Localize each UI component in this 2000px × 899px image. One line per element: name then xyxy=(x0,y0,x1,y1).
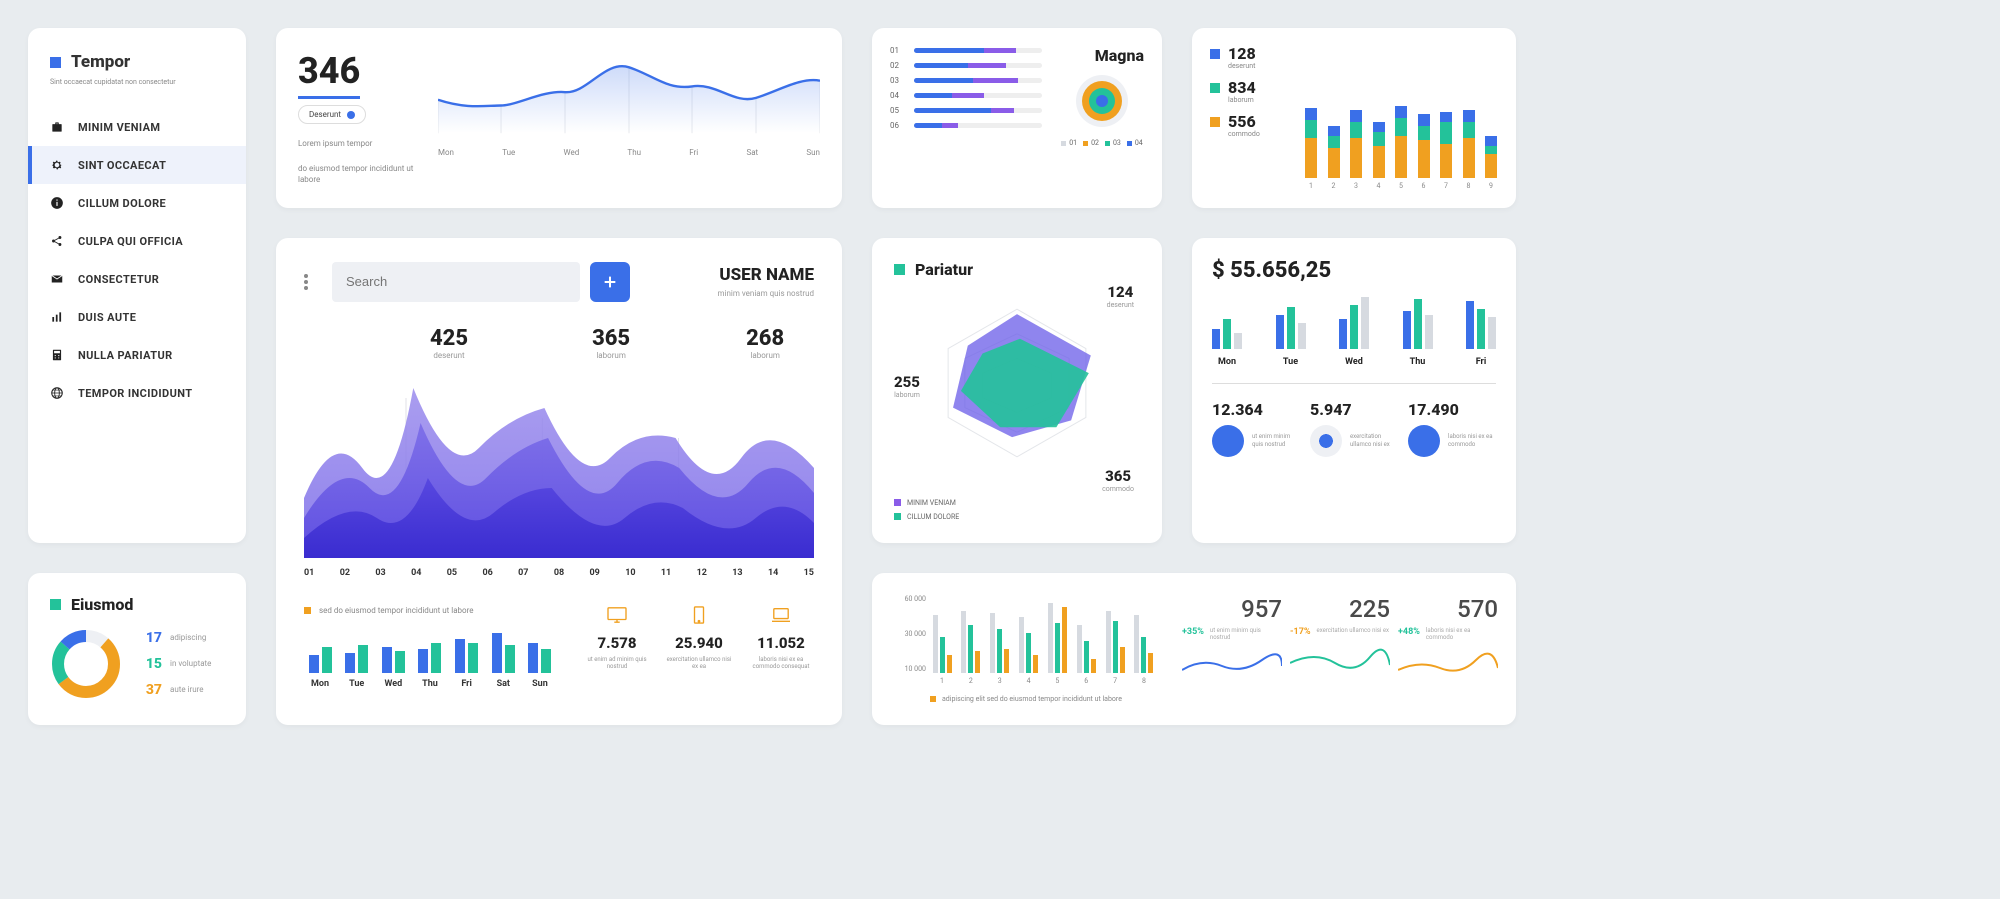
progress-circle-icon xyxy=(1310,425,1342,457)
laptop-icon xyxy=(770,606,792,624)
card-main: USER NAME minim veniam quis nostrud 425d… xyxy=(276,238,842,725)
progress-bar xyxy=(914,108,1042,113)
briefcase-icon xyxy=(50,120,64,134)
price-bar-chart: Mon Tue Wed Thu Fri xyxy=(1212,299,1496,367)
stacked-bar-chart: 1 2 3 4 5 6 7 8 9 xyxy=(1304,46,1498,190)
legend-square-icon xyxy=(304,607,311,614)
target-donut-icon xyxy=(1074,73,1130,129)
legend-square-icon xyxy=(894,513,901,520)
share-icon xyxy=(50,234,64,248)
line-chart-axis: MonTueWedThuFriSatSun xyxy=(438,148,820,157)
search-input[interactable] xyxy=(332,262,580,302)
sidebar-brand: Tempor xyxy=(50,52,224,72)
legend-square-icon xyxy=(930,696,936,702)
sidebar-item-label: NULLA PARIATUR xyxy=(78,349,173,362)
sidebar-item-duis-aute[interactable]: DUIS AUTE xyxy=(28,298,246,336)
sparkline-icon xyxy=(1398,652,1498,678)
main-note: sed do eiusmod tempor incididunt ut labo… xyxy=(304,606,556,615)
sparkline-icon xyxy=(1182,652,1282,678)
legend-square-icon xyxy=(1210,117,1220,127)
sidebar-item-consectetur[interactable]: CONSECTETUR xyxy=(28,260,246,298)
card-magna: 01 02 03 04 05 06 Magna 01 02 03 04 xyxy=(872,28,1162,208)
sidebar-item-label: DUIS AUTE xyxy=(78,311,136,324)
sidebar: Tempor Sint occaecat cupidatat non conse… xyxy=(28,28,246,543)
sidebar-item-label: CULPA QUI OFFICIA xyxy=(78,235,183,248)
progress-bar xyxy=(914,48,1042,53)
sidebar-item-minim-veniam[interactable]: MINIM VENIAM xyxy=(28,108,246,146)
globe-icon xyxy=(50,386,64,400)
pariatur-legend: MINIM VENIAM CILLUM DOLORE xyxy=(894,499,1140,521)
magna-title: Magna xyxy=(1060,46,1144,65)
info-icon xyxy=(50,196,64,210)
card-eiusmod: Eiusmod 17adipiscing 15in voluptate 37au… xyxy=(28,573,246,725)
monitor-icon xyxy=(606,606,628,624)
more-vertical-icon[interactable] xyxy=(304,272,318,292)
kpi-pill-toggle[interactable]: Deserunt xyxy=(298,105,366,124)
sidebar-item-label: CONSECTETUR xyxy=(78,273,159,286)
progress-bar xyxy=(914,93,1042,98)
legend-square-icon xyxy=(1210,83,1220,93)
brand-square-icon xyxy=(50,57,61,68)
gear-icon xyxy=(50,158,64,172)
card-stacked-bar: 128deserunt 834laborum 556commodo 1 2 3 … xyxy=(1192,28,1516,208)
bottom-bar-chart: 60 00030 00010 000 1 2 3 4 5 6 7 8 xyxy=(894,595,1154,685)
sidebar-item-nulla-pariatur[interactable]: NULLA PARIATUR xyxy=(28,336,246,374)
progress-circle-icon xyxy=(1408,425,1440,457)
progress-circle-icon xyxy=(1212,425,1244,457)
bottom-note: adipiscing elit sed do eiusmod tempor in… xyxy=(894,695,1154,703)
calculator-icon xyxy=(50,348,64,362)
progress-bar xyxy=(914,78,1042,83)
card-bottom: 60 00030 00010 000 1 2 3 4 5 6 7 8 adipi… xyxy=(872,573,1516,725)
progress-bar xyxy=(914,63,1042,68)
user-subtitle: minim veniam quis nostrud xyxy=(718,289,814,298)
sidebar-item-label: CILLUM DOLORE xyxy=(78,197,166,210)
device-stats: 7.578ut enim ad minim quis nostrud 25.94… xyxy=(584,606,814,672)
donut-chart-icon xyxy=(50,628,122,700)
legend-square-icon xyxy=(894,499,901,506)
radar-chart xyxy=(894,283,1140,483)
sidebar-item-sint-occaecat[interactable]: SINT OCCAECAT xyxy=(28,146,246,184)
sidebar-subtitle: Sint occaecat cupidatat non consectetur xyxy=(50,78,224,86)
sidebar-item-culpa-qui-officia[interactable]: CULPA QUI OFFICIA xyxy=(28,222,246,260)
sparkline-icon xyxy=(1290,647,1390,673)
progress-bar xyxy=(914,123,1042,128)
add-button[interactable] xyxy=(590,262,630,302)
legend-square-icon xyxy=(50,599,61,610)
sidebar-nav: MINIM VENIAM SINT OCCAECAT CILLUM DOLORE… xyxy=(28,108,246,412)
kpi-note-2: do eiusmod tempor incididunt ut labore xyxy=(298,163,418,185)
kpi-note-1: Lorem ipsum tempor xyxy=(298,138,418,149)
sidebar-item-label: SINT OCCAECAT xyxy=(78,159,166,172)
area-chart xyxy=(304,368,814,558)
toggle-dot-icon xyxy=(347,111,355,119)
pill-label: Deserunt xyxy=(309,110,341,119)
sidebar-item-label: MINIM VENIAM xyxy=(78,121,160,134)
card-kpi-346: 346 Deserunt Lorem ipsum tempor do eiusm… xyxy=(276,28,842,208)
user-name: USER NAME xyxy=(718,265,814,285)
card-pariatur: Pariatur 124deserunt 255laborum 365commo… xyxy=(872,238,1162,543)
legend-square-icon xyxy=(894,264,905,275)
card-price: $ 55.656,25 Mon Tue Wed Thu Fri 12.364ut… xyxy=(1192,238,1516,543)
sidebar-title: Tempor xyxy=(71,52,130,72)
price-amount: $ 55.656,25 xyxy=(1212,258,1496,283)
mail-icon xyxy=(50,272,64,286)
sidebar-item-cillum-dolore[interactable]: CILLUM DOLORE xyxy=(28,184,246,222)
legend-square-icon xyxy=(1210,49,1220,59)
kpi-value: 346 xyxy=(298,50,360,99)
tablet-icon xyxy=(688,606,710,624)
sidebar-item-tempor-incididunt[interactable]: TEMPOR INCIDIDUNT xyxy=(28,374,246,412)
area-chart-axis: 010203040506070809101112131415 xyxy=(304,568,814,578)
sidebar-item-label: TEMPOR INCIDIDUNT xyxy=(78,387,192,400)
bars-icon xyxy=(50,310,64,324)
line-chart: MonTueWedThuFriSatSun xyxy=(438,50,820,186)
magna-legend: 01 02 03 04 xyxy=(1060,139,1144,147)
weekly-bar-chart: Mon Tue Wed Thu Fri Sat Sun xyxy=(304,629,556,689)
